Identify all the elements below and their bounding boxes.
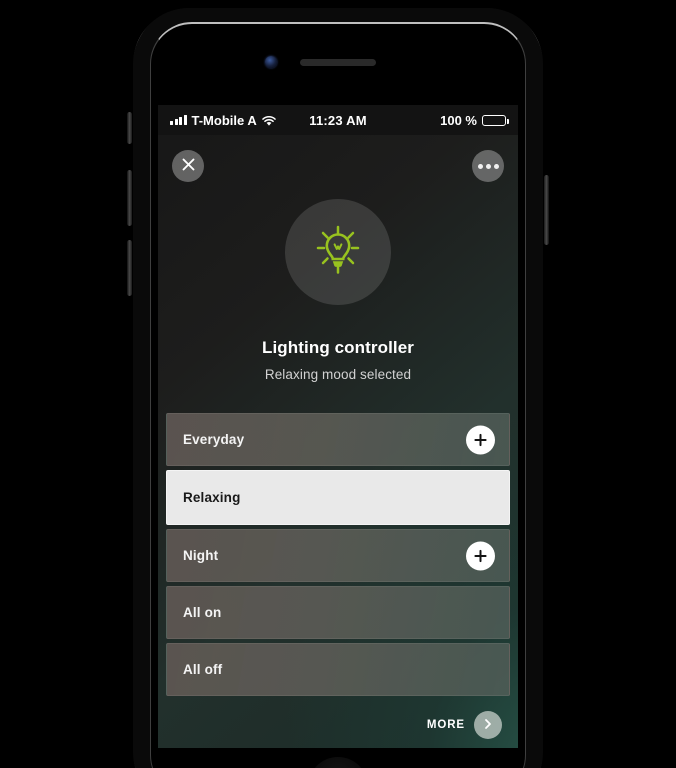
scene-list: Everyday Relaxing Night All on All off [158,413,518,696]
chevron-right-icon [482,718,494,733]
scene-row-relaxing[interactable]: Relaxing [166,470,510,525]
lightbulb-icon [310,222,366,283]
more-button[interactable] [474,711,502,739]
scene-label: Night [183,548,219,563]
volume-down-button[interactable] [127,240,132,296]
add-scene-button-night[interactable] [466,541,495,570]
page-subtitle: Relaxing mood selected [264,367,412,382]
mute-switch-button[interactable] [127,112,132,144]
status-bar: T-Mobile A 11:23 AM 100 % [158,105,518,135]
plus-icon [474,549,487,562]
close-icon [182,158,195,174]
list-footer: MORE [158,705,518,745]
app-top-bar [158,135,518,197]
plus-icon [474,433,487,446]
page-title: Lighting controller [261,338,415,357]
volume-up-button[interactable] [127,170,132,226]
earpiece-speaker [300,59,376,66]
scene-label: Everyday [183,432,245,447]
scene-label: Relaxing [183,490,241,505]
screenshot-root: T-Mobile A 11:23 AM 100 % Lighting contr… [0,0,676,768]
overflow-menu-icon [477,163,499,169]
more-label: MORE [426,719,465,731]
scene-row-all-off[interactable]: All off [166,643,510,696]
add-scene-button-everyday[interactable] [466,425,495,454]
overflow-menu-button[interactable] [472,150,504,182]
device-hero: Lighting controller Relaxing mood select… [158,197,518,382]
scene-label: All off [183,662,223,677]
scene-row-all-on[interactable]: All on [166,586,510,639]
close-button[interactable] [172,150,204,182]
power-button[interactable] [544,175,549,245]
phone-screen: T-Mobile A 11:23 AM 100 % Lighting contr… [158,105,518,748]
front-camera-icon [265,56,277,68]
status-bar-right: 100 % [440,112,509,128]
battery-full-icon [482,114,509,126]
scene-row-everyday[interactable]: Everyday [166,413,510,466]
device-icon-circle [285,199,391,305]
battery-percent-label: 100 % [440,112,477,128]
scene-label: All on [183,605,222,620]
scene-row-night[interactable]: Night [166,529,510,582]
